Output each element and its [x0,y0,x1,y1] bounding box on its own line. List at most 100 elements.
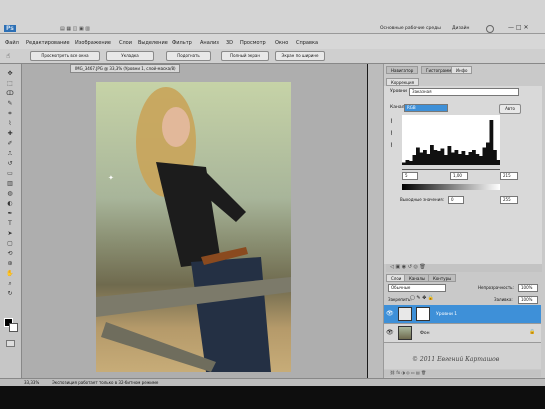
workspace-label[interactable]: Основные рабочие среды [380,26,441,31]
eyedropper-tool-icon[interactable]: ⌇ [5,120,15,127]
histogram-bar [472,150,476,165]
background-color-swatch[interactable] [9,323,18,332]
blend-mode-select[interactable]: Обычные [388,284,446,292]
brush-tool-icon[interactable]: ✐ [5,140,15,147]
histogram-bar [479,156,483,165]
3d-rotate-icon[interactable]: ⟲ [5,250,15,257]
menu-edit[interactable]: Редактирование [26,40,70,46]
menu-window[interactable]: Окно [275,40,288,46]
layer-row-background[interactable]: 👁 Фон 🔒 [384,324,541,343]
lock-icon: 🔒 [529,329,536,335]
input-gamma-field[interactable]: 1,00 [450,172,468,180]
output-black-field[interactable]: 0 [448,196,464,204]
menu-analysis[interactable]: Анализ [200,40,219,46]
input-slider-track[interactable] [402,166,500,170]
histogram-bar [454,150,459,165]
view-all-windows-button[interactable]: Просмотреть все окна [30,51,100,61]
layer-row-levels[interactable]: 👁 Уровни 1 [384,305,541,324]
input-white-field[interactable]: 215 [500,172,518,180]
fill-field[interactable]: 100% [518,296,538,304]
actual-pixels-button[interactable]: Укладка [106,51,154,61]
tab-channels[interactable]: Каналы [404,274,431,282]
document-tab[interactable]: IMG_3467.JPG @ 33,3% (Уровни 1, слой-мас… [70,64,180,73]
search-icon[interactable] [486,25,494,33]
levels-histogram [402,115,500,165]
menu-file[interactable]: Файл [5,40,19,46]
quick-select-tool-icon[interactable]: ✎ [5,100,15,107]
lasso-tool-icon[interactable]: ↀ [5,90,15,97]
layers-footer-icons[interactable]: ⛓ fx ◑ ◎ ▭ ▤ 🗑 [384,370,541,377]
menu-view[interactable]: Просмотр [240,40,266,46]
marquee-tool-icon[interactable]: ⬚ [5,80,15,87]
eyedropper-gray-icon[interactable]: ⌇ [390,130,393,137]
menu-help[interactable]: Справка [296,40,318,46]
preset-select[interactable]: Заказная [409,88,519,96]
menu-layers[interactable]: Слои [119,40,132,46]
adjustments-footer-icons[interactable]: ◁ ▣ ◉ ↺ ◎ 🗑 [386,264,542,272]
fill-screen-button[interactable]: Полный экран [221,51,269,61]
healing-tool-icon[interactable]: ✚ [5,130,15,137]
tab-adjustments[interactable]: Коррекция [386,78,419,86]
blur-tool-icon[interactable]: ◍ [5,190,15,197]
menu-select[interactable]: Выделение [138,40,168,46]
zoom-readout[interactable]: 33,33% [24,379,39,386]
hand-tool-icon[interactable]: ☝ [6,52,10,60]
output-label: Выходные значения: [400,197,444,202]
photo-canvas[interactable]: ✦ [96,82,291,372]
menu-bar: Ps ▤ ▦ ◫ ▣ ▥ Основные рабочие среды Диза… [0,0,545,34]
opacity-field[interactable]: 100% [518,284,538,292]
tab-info[interactable]: Инфо [451,66,473,74]
path-select-icon[interactable]: ➤ [5,230,15,237]
output-white-field[interactable]: 255 [500,196,518,204]
histogram-bar [419,152,424,165]
crop-tool-icon[interactable]: ⌗ [5,110,15,117]
histogram-bar [496,160,500,165]
fit-screen-button[interactable]: Подогнать [166,51,211,61]
histogram-bar [482,147,487,165]
pen-tool-icon[interactable]: ✒ [5,210,15,217]
eyedropper-white-icon[interactable]: ⌇ [390,142,393,149]
histogram-bar [489,120,494,165]
eye-icon[interactable]: 👁 [386,310,394,317]
histogram-bar [465,155,469,165]
histogram-bar [468,152,473,165]
hand-icon[interactable]: ✋ [5,270,15,277]
histogram-bar [433,150,438,165]
histogram-bar [458,154,462,165]
history-brush-icon[interactable]: ↺ [5,160,15,167]
3d-orbit-icon[interactable]: ⊛ [5,260,15,267]
app-logo: Ps [4,25,16,32]
menu-3d[interactable]: 3D [226,40,233,46]
eraser-tool-icon[interactable]: ▭ [5,170,15,177]
mask-thumb[interactable] [416,307,430,321]
eye-icon[interactable]: 👁 [386,329,394,336]
layer-name[interactable]: Уровни 1 [436,312,457,317]
portrait-image [96,87,291,372]
shape-tool-icon[interactable]: ▢ [5,240,15,247]
input-black-field[interactable]: 5 [402,172,418,180]
eyedropper-black-icon[interactable]: ⌇ [390,118,393,125]
tab-navigator[interactable]: Навигатор [386,66,419,74]
type-tool-icon[interactable]: T [5,220,15,227]
gradient-tool-icon[interactable]: ▥ [5,180,15,187]
lock-icons[interactable]: ▢ ✎ ✥ 🔒 [410,295,434,301]
menu-filter[interactable]: Фильтр [172,40,192,46]
quick-mask-icon[interactable] [6,340,15,347]
workspace2-label[interactable]: Дизайн [452,26,469,31]
histogram-bar [447,146,452,165]
layer-name[interactable]: Фон [420,331,430,336]
histogram-bar [416,147,420,165]
stamp-tool-icon[interactable]: ⎍ [5,150,15,157]
window-controls[interactable]: — □ ✕ [508,24,529,31]
rotate-view-icon[interactable]: ↻ [5,290,15,297]
auto-button[interactable]: Авто [499,104,521,114]
tab-paths[interactable]: Контуры [428,274,457,282]
zoom-tool-icon[interactable]: ⌕ [5,280,15,287]
print-size-button[interactable]: Экран по ширине [275,51,325,61]
menu-image[interactable]: Изображение [75,40,111,46]
dodge-tool-icon[interactable]: ◐ [5,200,15,207]
channel-select[interactable]: RGB [404,104,448,112]
adjustment-thumb [398,307,412,321]
move-tool-icon[interactable]: ✥ [5,70,15,77]
histogram-bar [440,148,445,165]
